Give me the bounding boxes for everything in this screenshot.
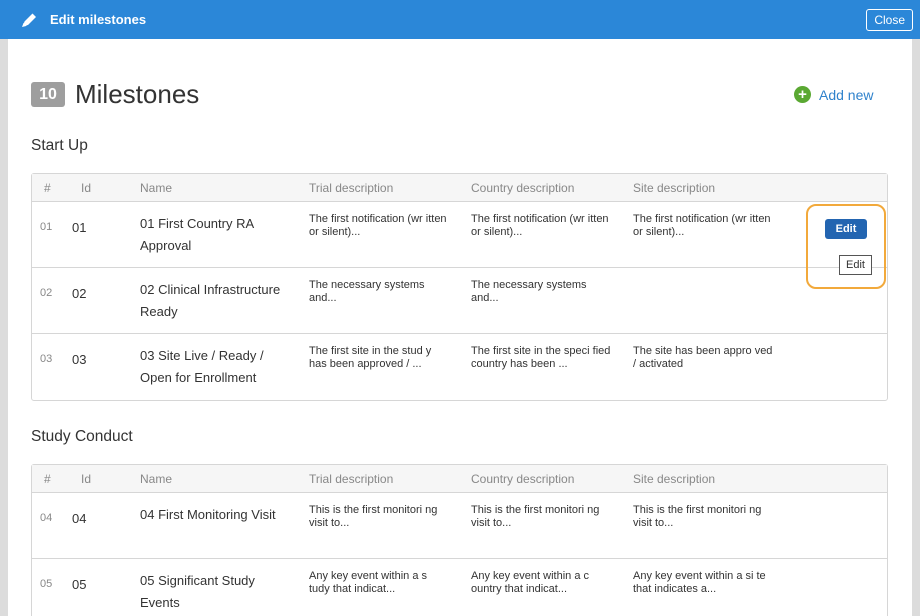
table-row[interactable]: 05 05 05 Significant Study Events Any ke… [32,559,887,616]
row-country-description: Any key event within a c ountry that ind… [471,570,590,595]
row-id: 04 [72,511,87,526]
column-header-id: Id [81,181,92,195]
page-heading: 10 Milestones [31,79,199,110]
row-site-description: The first notification (wr itten or sile… [633,213,771,238]
column-header-site-description: Site description [633,181,716,195]
row-id: 01 [72,220,87,235]
row-trial-description: The first notification (wr itten or sile… [309,213,447,238]
row-id: 05 [72,577,87,592]
column-header-country-description: Country description [471,472,575,486]
row-name: 01 First Country RA Approval [140,216,254,253]
edit-button[interactable]: Edit [825,219,867,239]
add-new-label: Add new [819,86,874,103]
milestones-table-start-up: # Id Name Trial description Country desc… [31,173,888,401]
section-title-study-conduct: Study Conduct [31,428,133,445]
column-header-number: # [44,472,51,486]
pencil-icon [22,13,36,27]
milestones-table-study-conduct: # Id Name Trial description Country desc… [31,464,888,616]
column-header-country-description: Country description [471,181,575,195]
row-trial-description: Any key event within a s tudy that indic… [309,570,428,595]
row-country-description: This is the first monitori ng visit to..… [471,504,600,529]
close-button[interactable]: Close [866,9,913,31]
row-country-description: The first site in the speci fied country… [471,345,611,370]
edit-tooltip: Edit [839,255,872,275]
column-header-name: Name [140,472,173,486]
row-number: 01 [40,221,53,233]
table-header: # Id Name Trial description Country desc… [32,174,887,202]
section-title-start-up: Start Up [31,137,88,154]
column-header-number: # [44,181,51,195]
row-id: 03 [72,352,87,367]
row-country-description: The necessary systems and... [471,279,587,304]
plus-circle-icon: + [794,86,811,103]
page-title: Milestones [75,79,200,109]
table-row[interactable]: 03 03 03 Site Live / Ready / Open for En… [32,334,887,400]
row-trial-description: The necessary systems and... [309,279,425,304]
table-row[interactable]: 01 01 01 First Country RA Approval The f… [32,202,887,268]
row-name: 05 Significant Study Events [140,573,255,610]
row-site-description: Any key event within a si te that indica… [633,570,766,595]
milestone-count-badge: 10 [31,82,65,107]
row-trial-description: The first site in the stud y has been ap… [309,345,432,370]
row-country-description: The first notification (wr itten or sile… [471,213,609,238]
dialog-title: Edit milestones [50,12,147,27]
row-id: 02 [72,286,87,301]
row-number: 02 [40,287,53,299]
milestones-panel: 10 Milestones + Add new Start Up # Id Na… [8,39,912,616]
column-header-name: Name [140,181,173,195]
row-number: 05 [40,578,53,590]
row-name: 03 Site Live / Ready / Open for Enrollme… [140,348,264,385]
row-site-description: The site has been appro ved / activated [633,345,773,370]
row-trial-description: This is the first monitori ng visit to..… [309,504,438,529]
table-row[interactable]: 02 02 02 Clinical Infrastructure Ready T… [32,268,887,334]
column-header-id: Id [81,472,92,486]
row-name: 04 First Monitoring Visit [140,507,276,522]
row-site-description: This is the first monitori ng visit to..… [633,504,762,529]
row-number: 03 [40,353,53,365]
row-number: 04 [40,512,53,524]
table-row[interactable]: 04 04 04 First Monitoring Visit This is … [32,493,887,559]
column-header-site-description: Site description [633,472,716,486]
table-header: # Id Name Trial description Country desc… [32,465,887,493]
top-bar: Edit milestones Close [0,0,920,39]
column-header-trial-description: Trial description [309,181,394,195]
column-header-trial-description: Trial description [309,472,394,486]
row-name: 02 Clinical Infrastructure Ready [140,282,281,319]
add-new-button[interactable]: + Add new [794,86,873,103]
